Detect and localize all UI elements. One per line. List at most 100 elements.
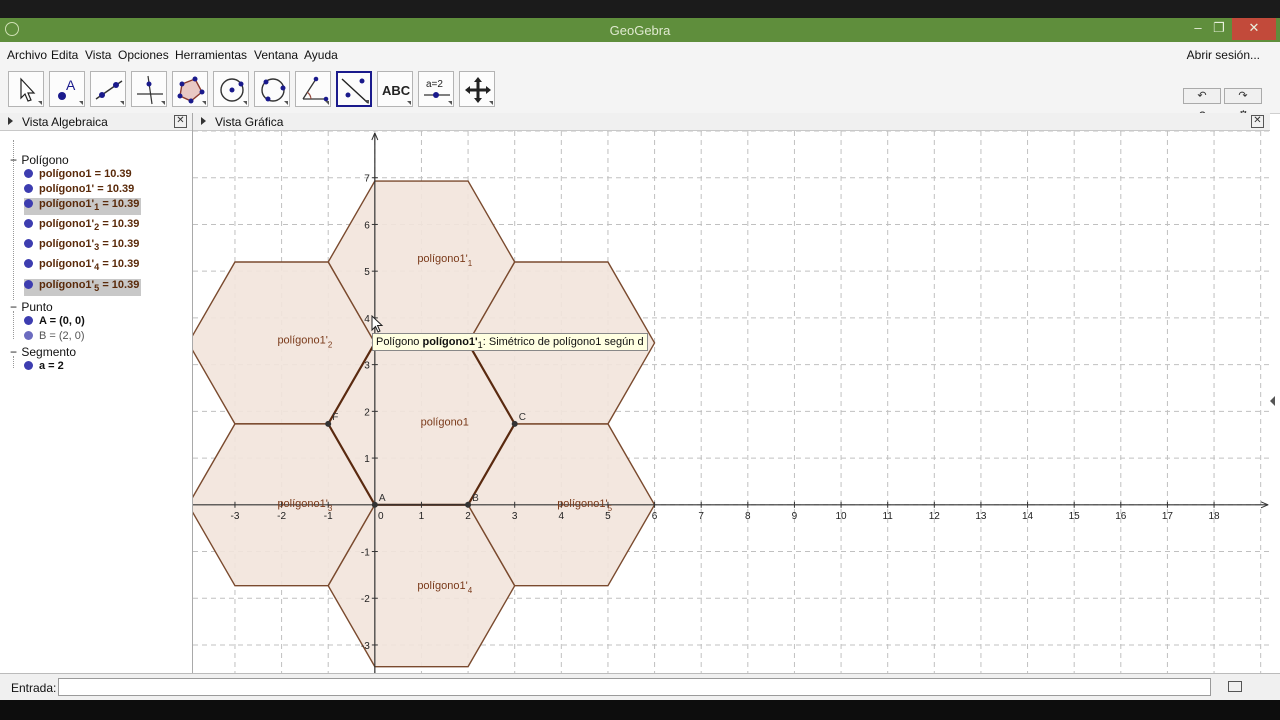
reflect-tool-button[interactable] <box>336 71 372 107</box>
y-tick-label: 4 <box>364 314 370 325</box>
visibility-dot-icon[interactable] <box>24 361 33 370</box>
angle-tool-button[interactable] <box>295 71 331 107</box>
visibility-dot-icon[interactable] <box>24 280 33 289</box>
item-value: = 10.39 <box>102 218 140 230</box>
y-tick-label: 7 <box>364 174 370 185</box>
graphics-canvas[interactable]: -3 -2 -1 0 1 2 3 4 5 6 7 8 9 10 11 12 13 14 15 16 17 18-3-2-1… <box>193 131 1270 673</box>
y-tick-label: 1 <box>364 454 370 465</box>
polygon-label: polígono1 <box>421 416 469 428</box>
input-bar: Entrada: <box>0 673 1280 700</box>
menu-vista[interactable]: Vista <box>85 48 111 62</box>
x-tick-label: 10 <box>836 511 848 522</box>
line-tool-button[interactable] <box>90 71 126 107</box>
visibility-dot-icon[interactable] <box>24 169 33 178</box>
x-tick-label: 7 <box>698 511 704 522</box>
x-tick-label: -3 <box>231 511 240 522</box>
vertex-point <box>465 501 472 508</box>
algebra-item-point-b[interactable]: B = (2, 0) <box>24 330 85 345</box>
expand-arrow-icon[interactable] <box>1270 396 1275 406</box>
undo-button[interactable]: ↶ <box>1183 88 1221 104</box>
menu-bar: Archivo Edita Vista Opciones Herramienta… <box>0 42 1280 67</box>
y-tick-label: 2 <box>364 407 370 418</box>
x-tick-label: 1 <box>419 511 425 522</box>
tooltip-object-name: polígono1' <box>422 336 478 348</box>
perpendicular-tool-button[interactable] <box>131 71 167 107</box>
y-tick-label: 6 <box>364 220 370 231</box>
algebra-item-poligono1-prime-1[interactable]: polígono1'1 = 10.39 <box>24 198 142 215</box>
close-algebra-view-button[interactable]: ✕ <box>174 115 187 128</box>
group-poligono[interactable]: − Polígono <box>10 153 69 167</box>
keyboard-icon[interactable] <box>1228 681 1242 692</box>
x-tick-label: 3 <box>512 511 518 522</box>
tooltip-description: : Simétrico de polígono1 según d <box>482 336 644 348</box>
menu-ventana[interactable]: Ventana <box>254 48 298 62</box>
item-value: = 10.39 <box>102 198 140 210</box>
algebra-item-poligono1-prime-3[interactable]: polígono1'3 = 10.39 <box>24 238 139 253</box>
algebra-item-segment-a[interactable]: a = 2 <box>24 360 64 375</box>
maximize-button[interactable]: ❐ <box>1202 18 1236 40</box>
y-tick-label: 3 <box>364 361 370 372</box>
item-name: polígono1' <box>39 198 95 210</box>
graphics-view[interactable]: Vista Gráfica ✕ -3 -2 -1 0 1 2 3 4 5 6 7 8 9 10 11 12 13… <box>193 113 1270 673</box>
algebra-item-point-a[interactable]: A = (0, 0) <box>24 315 85 330</box>
visibility-dot-icon[interactable] <box>24 184 33 193</box>
x-tick-label: 16 <box>1115 511 1127 522</box>
item-subscript: 1 <box>94 202 100 213</box>
collapse-arrow-icon[interactable] <box>201 117 206 125</box>
move-tool-button[interactable] <box>8 71 44 107</box>
text-tool-button[interactable]: ABC <box>377 71 413 107</box>
item-name: polígono1 <box>39 168 92 180</box>
collapse-arrow-icon[interactable] <box>8 117 13 125</box>
visibility-dot-icon[interactable] <box>24 331 33 340</box>
algebra-item-poligono1-prime-4[interactable]: polígono1'4 = 10.39 <box>24 258 139 273</box>
menu-ayuda[interactable]: Ayuda <box>304 48 338 62</box>
group-segmento[interactable]: − Segmento <box>10 345 76 359</box>
os-taskbar <box>0 700 1280 720</box>
move-view-tool-button[interactable] <box>459 71 495 107</box>
y-tick-label: -3 <box>361 641 370 652</box>
x-tick-label: 0 <box>378 511 384 522</box>
input-label: Entrada: <box>11 681 57 695</box>
vertex-point <box>325 420 332 427</box>
algebra-item-poligono1-prime-2[interactable]: polígono1'2 = 10.39 <box>24 218 139 233</box>
input-field[interactable] <box>58 678 1211 696</box>
redo-button[interactable]: ↷ <box>1224 88 1262 104</box>
algebra-item-poligono1[interactable]: polígono1 = 10.39 <box>24 168 132 183</box>
point-tool-button[interactable]: A <box>49 71 85 107</box>
point-label: C <box>519 412 526 423</box>
menu-herramientas[interactable]: Herramientas <box>175 48 247 62</box>
group-label: Polígono <box>21 153 69 167</box>
close-graphics-view-button[interactable]: ✕ <box>1251 115 1264 128</box>
algebra-item-poligono1-prime-5[interactable]: polígono1'5 = 10.39 <box>24 279 142 296</box>
group-punto[interactable]: − Punto <box>10 300 53 314</box>
item-subscript: 3 <box>94 242 100 253</box>
item-value: = 10.39 <box>97 183 135 195</box>
slider-tool-button[interactable]: a=2 <box>418 71 454 107</box>
visibility-dot-icon[interactable] <box>24 239 33 248</box>
login-link[interactable]: Abrir sesión... <box>1187 48 1260 62</box>
circle-tool-button[interactable] <box>213 71 249 107</box>
x-tick-label: -2 <box>277 511 286 522</box>
menu-edita[interactable]: Edita <box>51 48 78 62</box>
svg-text:A: A <box>66 77 76 93</box>
item-text: B = (2, 0) <box>39 330 85 342</box>
visibility-dot-icon[interactable] <box>24 316 33 325</box>
group-label: Segmento <box>21 345 77 359</box>
x-tick-label: 13 <box>975 511 987 522</box>
close-button[interactable]: ✕ <box>1232 18 1276 40</box>
visibility-dot-icon[interactable] <box>24 219 33 228</box>
visibility-dot-icon[interactable] <box>24 259 33 268</box>
mouse-cursor-icon <box>371 315 384 333</box>
point-label: A <box>379 493 386 504</box>
toolbar: A ABC a=2 ↶ ↷ ? <box>0 67 1280 123</box>
menu-archivo[interactable]: Archivo <box>7 48 47 62</box>
item-subscript: 2 <box>94 222 100 233</box>
menu-opciones[interactable]: Opciones <box>118 48 169 62</box>
conic-tool-button[interactable] <box>254 71 290 107</box>
visibility-dot-icon[interactable] <box>24 199 33 208</box>
polygon-tool-button[interactable] <box>172 71 208 107</box>
x-tick-label: 8 <box>745 511 751 522</box>
algebra-item-poligono1-prime[interactable]: polígono1' = 10.39 <box>24 183 134 198</box>
object-tooltip: Polígono polígono1'1: Simétrico de políg… <box>372 333 648 351</box>
item-value: = 10.39 <box>102 258 140 270</box>
